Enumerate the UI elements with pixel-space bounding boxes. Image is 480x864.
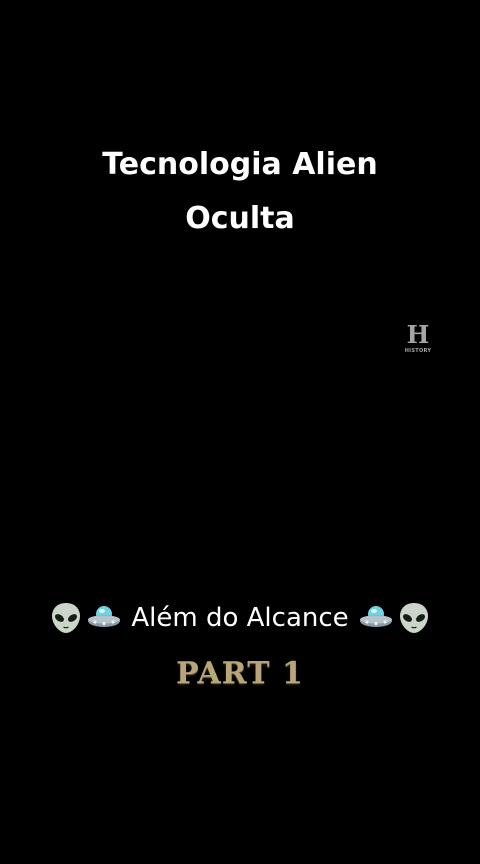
alien-icon: [396, 600, 432, 636]
video-caption: Além do Alcance: [0, 596, 480, 640]
history-logo-word: HISTORY: [404, 348, 432, 354]
ufo-icon: [358, 600, 394, 636]
alien-icon: [48, 600, 84, 636]
caption-text: Além do Alcance: [131, 603, 349, 633]
video-title-line-1: Tecnologia Alien: [102, 147, 378, 182]
part-label: PART 1: [176, 656, 304, 691]
history-logo-letter: H: [406, 320, 430, 349]
ufo-icon: [86, 600, 122, 636]
video-title: Tecnologia Alien Oculta: [0, 138, 480, 246]
video-title-line-2: Oculta: [185, 201, 295, 236]
video-frame[interactable]: Tecnologia Alien Oculta H HISTORY Além d…: [0, 0, 480, 864]
history-channel-logo: H HISTORY: [401, 322, 435, 360]
